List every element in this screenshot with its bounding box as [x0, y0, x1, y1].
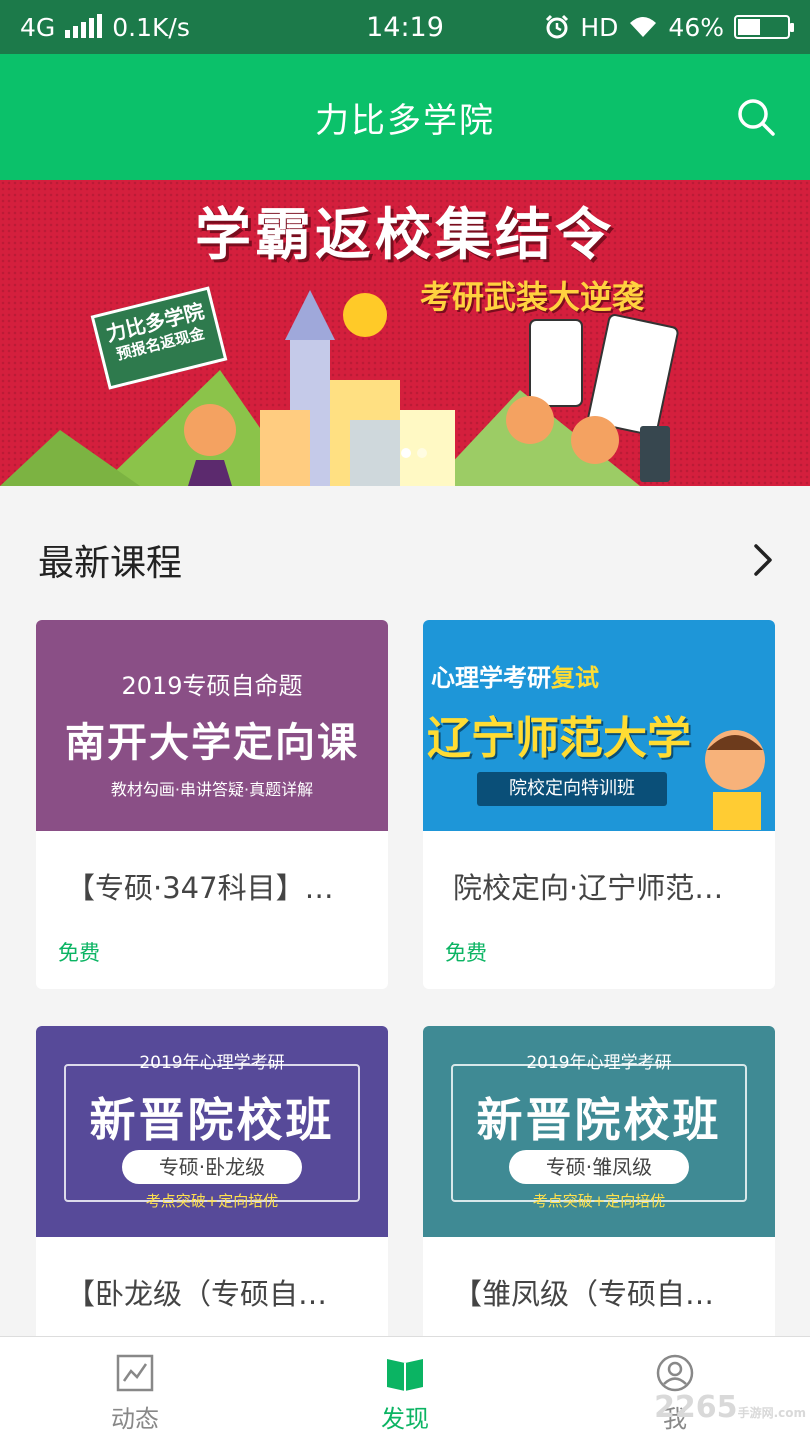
search-icon[interactable]	[736, 97, 776, 137]
network-speed: 0.1K/s	[112, 12, 190, 42]
thumb-line-1: 2019专硕自命题	[121, 672, 303, 700]
course-card[interactable]: 2019专硕自命题 南开大学定向课 教材勾画·串讲答疑·真题详解 【专硕·347…	[36, 620, 388, 989]
site-watermark: 2265手游网.com	[654, 1390, 806, 1425]
signal-icon	[65, 14, 103, 38]
course-card[interactable]: 2019年心理学考研 新晋院校班 专硕·卧龙级 考点突破+定向培优 【卧龙级（专…	[36, 1026, 388, 1346]
promo-banner[interactable]: 学霸返校集结令 考研武装大逆袭 力比多学院 预报名返现金	[0, 180, 810, 486]
thumb-line-2: 南开大学定向课	[65, 720, 359, 766]
thumb-line-2: 新晋院校班	[476, 1093, 722, 1147]
status-bar: 4G 0.1K/s 14:19 HD 46%	[0, 0, 810, 54]
alarm-icon	[546, 14, 569, 39]
carousel-dot-active[interactable]	[401, 448, 411, 458]
thumb-line-1: 2019年心理学考研	[139, 1053, 285, 1073]
carousel-dot[interactable]	[417, 448, 427, 458]
course-card[interactable]: 2019年心理学考研 新晋院校班 专硕·雏凤级 考点突破+定向培优 【雏凤级（专…	[423, 1026, 775, 1346]
chart-icon	[116, 1354, 154, 1392]
course-name: 院校定向·辽宁师范…	[453, 871, 724, 905]
course-thumbnail: 2019年心理学考研 新晋院校班 专硕·卧龙级 考点突破+定向培优	[36, 1026, 388, 1237]
hd-indicator: HD	[580, 12, 619, 42]
network-type: 4G	[20, 12, 56, 42]
user-icon	[656, 1354, 694, 1392]
tab-label: 动态	[111, 1405, 159, 1433]
thumb-line-4: 考点突破+定向培优	[145, 1192, 279, 1210]
banner-subline: 考研武装大逆袭	[420, 278, 645, 316]
course-card[interactable]: 心理学考研复试 辽宁师范大学 院校定向特训班 院校定向·辽宁师范… 免费	[423, 620, 775, 989]
wifi-icon	[630, 17, 657, 37]
thumb-line-3: 专硕·卧龙级	[122, 1150, 302, 1184]
thumb-line-2: 辽宁师范大学	[427, 713, 691, 764]
thumb-line-2: 新晋院校班	[89, 1093, 335, 1147]
course-thumbnail: 心理学考研复试 辽宁师范大学 院校定向特训班	[423, 620, 775, 831]
course-name: 【卧龙级（专硕自…	[66, 1277, 328, 1311]
thumb-line-3: 专硕·雏凤级	[509, 1150, 689, 1184]
thumb-line-3: 院校定向特训班	[477, 772, 667, 806]
tab-dynamics[interactable]: 动态	[0, 1337, 270, 1440]
thumb-line-3: 教材勾画·串讲答疑·真题详解	[110, 780, 314, 799]
course-name: 【雏凤级（专硕自…	[453, 1277, 715, 1311]
course-thumbnail: 2019年心理学考研 新晋院校班 专硕·雏凤级 考点突破+定向培优	[423, 1026, 775, 1237]
battery-percent: 46%	[668, 12, 724, 42]
thumb-line-1: 2019年心理学考研	[526, 1053, 672, 1073]
course-price: 免费	[58, 941, 100, 965]
cartoon-character	[705, 730, 765, 830]
chevron-right-icon[interactable]	[748, 542, 778, 578]
battery-icon	[734, 15, 794, 39]
banner-headline: 学霸返校集结令	[195, 203, 615, 268]
thumb-line-1: 心理学考研复试	[431, 664, 599, 692]
app-bar: 力比多学院	[0, 54, 810, 180]
tab-discover[interactable]: 发现	[270, 1337, 540, 1440]
course-name: 【专硕·347科目】…	[66, 871, 334, 905]
section-title: 最新课程	[38, 543, 183, 584]
tab-label: 发现	[381, 1405, 429, 1433]
course-thumbnail: 2019专硕自命题 南开大学定向课 教材勾画·串讲答疑·真题详解	[36, 620, 388, 831]
book-icon	[387, 1359, 423, 1391]
thumb-line-4: 考点突破+定向培优	[532, 1192, 666, 1210]
course-price: 免费	[445, 941, 487, 965]
app-title: 力比多学院	[315, 100, 495, 141]
section-header[interactable]: 最新课程	[38, 530, 778, 590]
